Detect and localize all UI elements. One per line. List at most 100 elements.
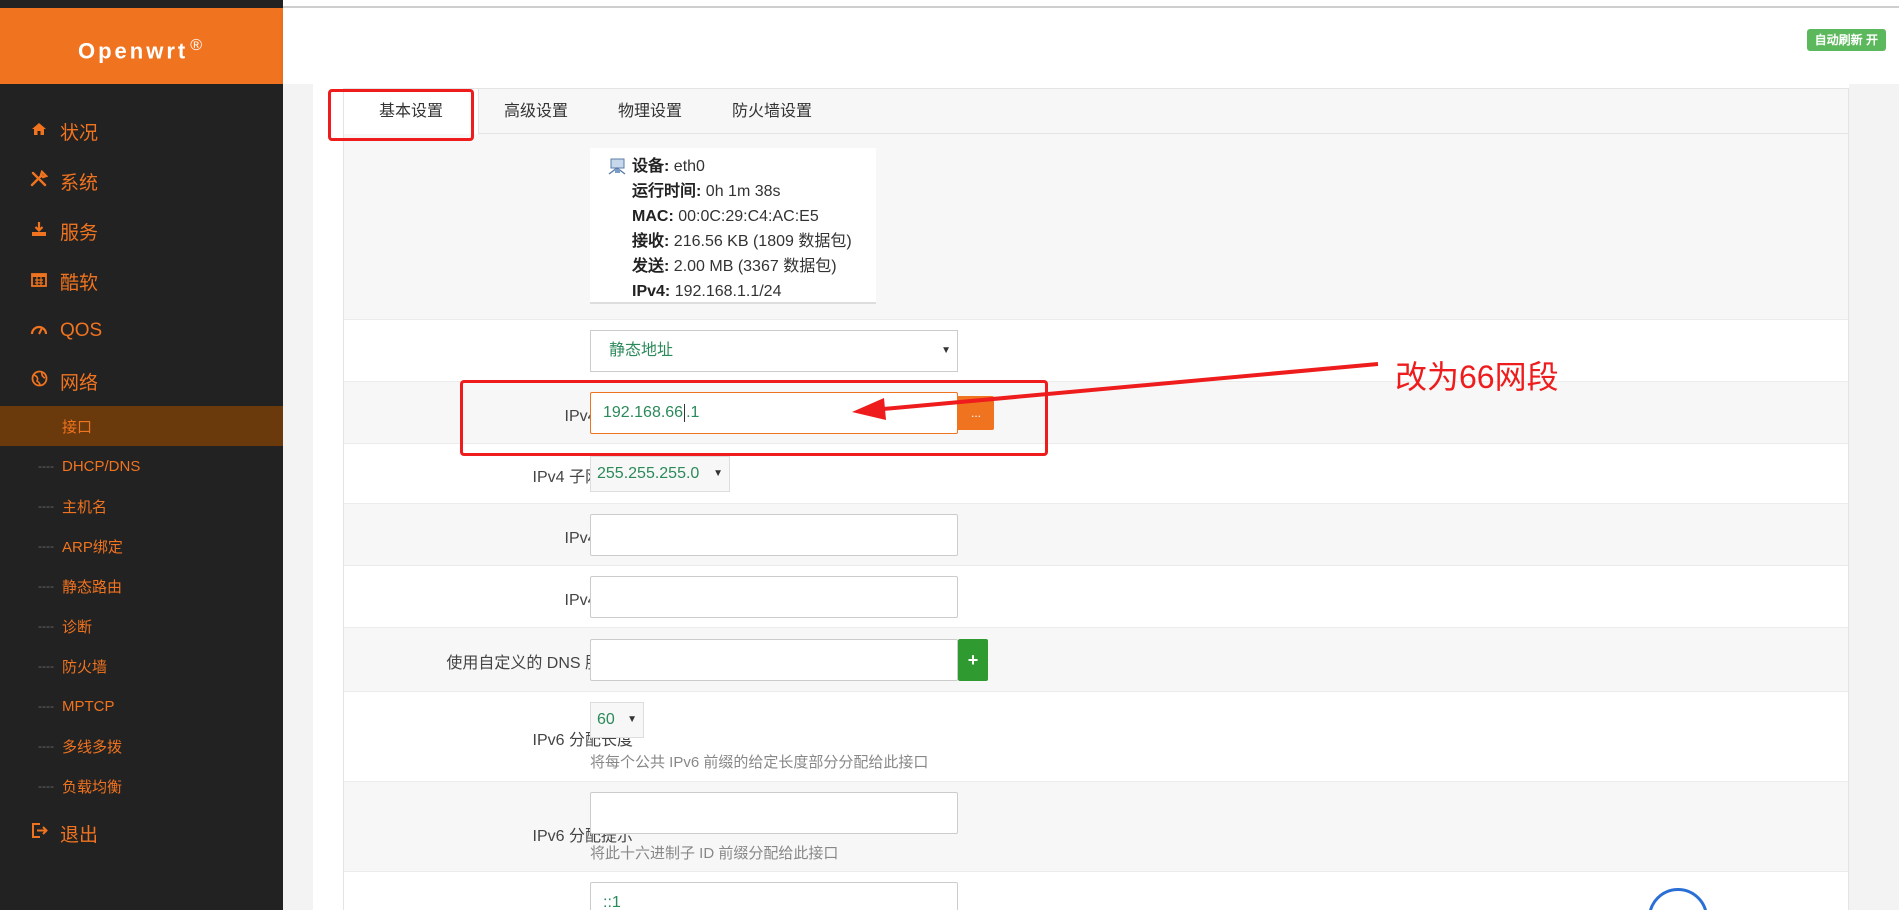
main-content: 基本设置 高级设置 物理设置 防火墙设置 状况 设备: eth0 运行时间: 0… xyxy=(283,84,1899,910)
form-row-partial: ::1 xyxy=(344,872,1848,910)
ipv6-length-value: 60 xyxy=(597,711,615,728)
tab-physical-settings[interactable]: 物理设置 xyxy=(593,89,707,135)
subnav-item-hostnames[interactable]: ---- 主机名 xyxy=(0,486,283,526)
subnav-item-multiwan[interactable]: ---- 多线多拨 xyxy=(0,726,283,766)
nav-item-label: 退出 xyxy=(60,824,99,846)
download-icon xyxy=(28,221,50,242)
rx-key: 接收: xyxy=(632,233,670,250)
uptime-key: 运行时间: xyxy=(632,183,702,200)
nav-item-label: 网络 xyxy=(60,372,99,394)
dns-server-input[interactable] xyxy=(590,639,958,681)
subnav-item-label: MPTCP xyxy=(62,697,115,715)
mac-key: MAC: xyxy=(632,208,674,225)
ipv4-value: 192.168.1.1/24 xyxy=(674,283,782,300)
ipv6-length-select[interactable]: 60 ▼ xyxy=(590,702,644,738)
add-dns-button[interactable]: + xyxy=(958,639,988,681)
subnav-item-label: 主机名 xyxy=(62,498,108,516)
subnav-item-load-balancing[interactable]: ---- 负载均衡 xyxy=(0,766,283,806)
chevron-down-icon: ▼ xyxy=(627,714,637,725)
status-device-line: 设备: eth0 xyxy=(608,154,876,179)
tx-value: 2.00 MB (3367 数据包) xyxy=(673,258,837,275)
subnav-item-label: ARP绑定 xyxy=(62,538,123,556)
ipv6-hint-help: 将此十六进制子 ID 前缀分配给此接口 xyxy=(590,845,839,862)
gateway-input[interactable] xyxy=(590,514,958,556)
status-tx-line: 发送: 2.00 MB (3367 数据包) xyxy=(608,254,876,279)
calendar-icon xyxy=(28,271,50,292)
device-key: 设备: xyxy=(632,158,670,175)
ipv6-length-help: 将每个公共 IPv6 前缀的给定长度部分分配给此接口 xyxy=(590,754,929,771)
form-row-dns: 使用自定义的 DNS 服务器 + xyxy=(344,628,1848,692)
form-row-gateway: IPv4 网关 xyxy=(344,504,1848,566)
subnav-item-arp-binding[interactable]: ---- ARP绑定 xyxy=(0,526,283,566)
nav-item-label: 服务 xyxy=(60,222,99,244)
tree-connector: ---- xyxy=(38,619,54,633)
subnav-item-interfaces[interactable]: ---- 接口 xyxy=(0,406,283,446)
status-rx-line: 接收: 216.56 KB (1809 数据包) xyxy=(608,229,876,254)
nav-item-label: 系统 xyxy=(60,172,99,194)
netmask-select[interactable]: 255.255.255.0 ▼ xyxy=(590,456,730,492)
device-value: eth0 xyxy=(673,158,705,175)
tree-connector: ---- xyxy=(38,699,54,713)
subnav-item-dhcp-dns[interactable]: ---- DHCP/DNS xyxy=(0,446,283,486)
nav-item-label: QOS xyxy=(60,320,103,341)
form-row-broadcast: IPv4 广播 xyxy=(344,566,1848,628)
tab-firewall-settings[interactable]: 防火墙设置 xyxy=(707,89,837,135)
nav-item-logout[interactable]: 退出 xyxy=(0,810,283,856)
protocol-value: 静态地址 xyxy=(609,342,674,359)
tab-bar: 基本设置 高级设置 物理设置 防火墙设置 xyxy=(343,88,1849,135)
annotation-box-ipv4-address xyxy=(460,380,1048,456)
tree-connector: ---- xyxy=(38,459,54,473)
subnav-item-label: 防火墙 xyxy=(62,658,108,676)
brand-registered-mark: ® xyxy=(190,37,206,54)
form-row-ipv6-hint: IPv6 分配提示 将此十六进制子 ID 前缀分配给此接口 xyxy=(344,782,1848,872)
tab-advanced-settings[interactable]: 高级设置 xyxy=(479,89,593,135)
broadcast-input[interactable] xyxy=(590,576,958,618)
subnav-item-label: 负载均衡 xyxy=(62,778,123,796)
home-icon xyxy=(28,121,50,142)
tx-key: 发送: xyxy=(632,258,670,275)
netmask-value: 255.255.255.0 xyxy=(597,465,700,482)
nav-item-apps[interactable]: 酷软 xyxy=(0,258,283,304)
protocol-select[interactable]: 静态地址 ▼ xyxy=(590,330,958,372)
logout-icon xyxy=(28,822,50,844)
tree-connector: ---- xyxy=(38,499,54,513)
annotation-text: 改为66网段 xyxy=(1395,359,1559,395)
nav-item-system[interactable]: 系统 xyxy=(0,158,283,204)
tree-connector: ---- xyxy=(38,539,54,553)
subnav-item-diagnostics[interactable]: ---- 诊断 xyxy=(0,606,283,646)
ipv6-hint-input[interactable] xyxy=(590,792,958,834)
subnav-item-static-routes[interactable]: ---- 静态路由 xyxy=(0,566,283,606)
status-mac-line: MAC: 00:0C:29:C4:AC:E5 xyxy=(608,204,876,229)
ipv4-key: IPv4: xyxy=(632,283,671,300)
top-header: 自动刷新 开 xyxy=(283,8,1899,84)
subnav-item-mptcp[interactable]: ---- MPTCP xyxy=(0,686,283,726)
tree-connector: ---- xyxy=(38,579,54,593)
brand-name: Openwrt xyxy=(77,38,189,64)
chevron-down-icon: ▼ xyxy=(941,345,951,356)
tree-connector: ---- xyxy=(38,659,54,673)
ipv6-suffix-input[interactable]: ::1 xyxy=(590,882,958,910)
tree-connector: ---- xyxy=(38,419,54,433)
tree-connector: ---- xyxy=(38,779,54,793)
brand-logo[interactable]: Openwrt ® xyxy=(0,8,283,84)
chevron-down-icon: ▼ xyxy=(713,468,723,479)
tools-icon xyxy=(28,169,50,193)
subnav-item-label: 接口 xyxy=(62,418,93,436)
tree-connector: ---- xyxy=(38,739,54,753)
nav-item-label: 酷软 xyxy=(60,272,99,294)
nav-item-qos[interactable]: QOS xyxy=(0,308,283,354)
status-box: 设备: eth0 运行时间: 0h 1m 38s MAC: 00:0C:29:C… xyxy=(590,148,876,304)
status-uptime-line: 运行时间: 0h 1m 38s xyxy=(608,179,876,204)
ethernet-device-icon xyxy=(608,158,628,176)
form-row-status: 状况 设备: eth0 运行时间: 0h 1m 38s MAC: 00:0C:2… xyxy=(344,134,1848,320)
nav-item-network[interactable]: 网络 xyxy=(0,358,283,404)
status-ipv4-line: IPv4: 192.168.1.1/24 xyxy=(608,279,876,304)
nav-item-status[interactable]: 状况 xyxy=(0,108,283,154)
subnav-item-firewall[interactable]: ---- 防火墙 xyxy=(0,646,283,686)
uptime-value: 0h 1m 38s xyxy=(705,183,781,200)
nav-item-services[interactable]: 服务 xyxy=(0,208,283,254)
form-row-protocol: 协议 静态地址 ▼ xyxy=(344,320,1848,382)
auto-refresh-toggle[interactable]: 自动刷新 开 xyxy=(1806,29,1886,51)
subnav-item-label: 多线多拨 xyxy=(62,738,123,756)
speedometer-icon xyxy=(28,321,50,342)
